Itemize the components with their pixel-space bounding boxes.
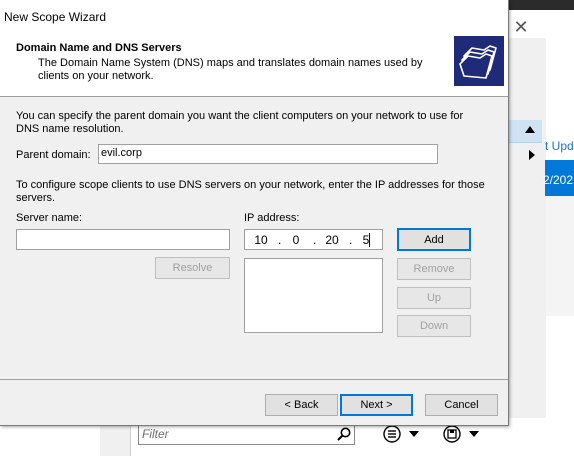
next-button[interactable]: Next > bbox=[340, 394, 413, 416]
dialog-title: New Scope Wizard bbox=[4, 10, 107, 24]
up-button[interactable]: Up bbox=[397, 287, 471, 309]
ip-dot-separator: . bbox=[278, 233, 282, 247]
dns-server-list[interactable] bbox=[244, 258, 383, 333]
selected-row-date: 2/202 bbox=[543, 173, 574, 187]
page-title: Domain Name and DNS Servers bbox=[16, 42, 182, 54]
save-query-caret-icon[interactable] bbox=[469, 431, 479, 437]
ip-octet-2[interactable]: 0 bbox=[286, 233, 306, 247]
background-close-icon[interactable]: ✕ bbox=[510, 14, 532, 40]
parent-domain-value: evil.corp bbox=[101, 147, 142, 159]
add-button[interactable]: Add bbox=[397, 228, 471, 251]
server-name-label: Server name: bbox=[16, 212, 83, 224]
background-bottom-left bbox=[100, 426, 131, 456]
parent-domain-label: Parent domain: bbox=[16, 149, 91, 161]
search-icon[interactable] bbox=[336, 426, 352, 442]
footer-divider bbox=[0, 379, 508, 380]
wizard-header: Domain Name and DNS Servers The Domain N… bbox=[0, 34, 508, 97]
update-link[interactable]: t Upd bbox=[545, 139, 574, 153]
new-scope-wizard-dialog: New Scope Wizard Domain Name and DNS Ser… bbox=[0, 0, 509, 426]
column-options-icon[interactable] bbox=[382, 424, 402, 444]
save-query-icon[interactable] bbox=[442, 424, 462, 444]
page-description: The Domain Name System (DNS) maps and tr… bbox=[38, 57, 423, 82]
collapse-up-icon[interactable] bbox=[525, 126, 535, 133]
column-options-caret-icon[interactable] bbox=[409, 431, 419, 437]
resolve-button[interactable]: Resolve bbox=[155, 257, 230, 279]
remove-button[interactable]: Remove bbox=[397, 258, 471, 280]
ip-octet-1[interactable]: 10 bbox=[251, 233, 271, 247]
ip-octet-4[interactable]: 5 bbox=[356, 233, 376, 247]
text-caret bbox=[369, 233, 370, 247]
dialog-titlebar[interactable]: New Scope Wizard bbox=[0, 0, 508, 34]
filter-input[interactable]: Filter bbox=[138, 423, 355, 445]
ip-dot-separator: . bbox=[313, 233, 317, 247]
dns-intro-text: To configure scope clients to use DNS se… bbox=[16, 179, 485, 204]
ip-octet-3[interactable]: 20 bbox=[322, 233, 342, 247]
actions-pane-gutter bbox=[506, 38, 546, 418]
down-button[interactable]: Down bbox=[397, 315, 471, 337]
back-button[interactable]: < Back bbox=[265, 394, 338, 416]
ip-address-label: IP address: bbox=[244, 212, 300, 224]
intro-text: You can specify the parent domain you wa… bbox=[16, 110, 464, 135]
ip-address-input[interactable]: 10 . 0 . 20 . 5 bbox=[244, 229, 383, 250]
ip-dot-separator: . bbox=[349, 233, 353, 247]
cancel-button[interactable]: Cancel bbox=[425, 394, 498, 416]
expand-right-icon[interactable] bbox=[529, 150, 535, 160]
background-grey-column bbox=[546, 196, 574, 316]
dns-folders-icon bbox=[454, 36, 504, 86]
filter-placeholder: Filter bbox=[142, 427, 169, 441]
parent-domain-input[interactable]: evil.corp bbox=[98, 144, 438, 164]
server-name-input[interactable] bbox=[16, 229, 230, 250]
